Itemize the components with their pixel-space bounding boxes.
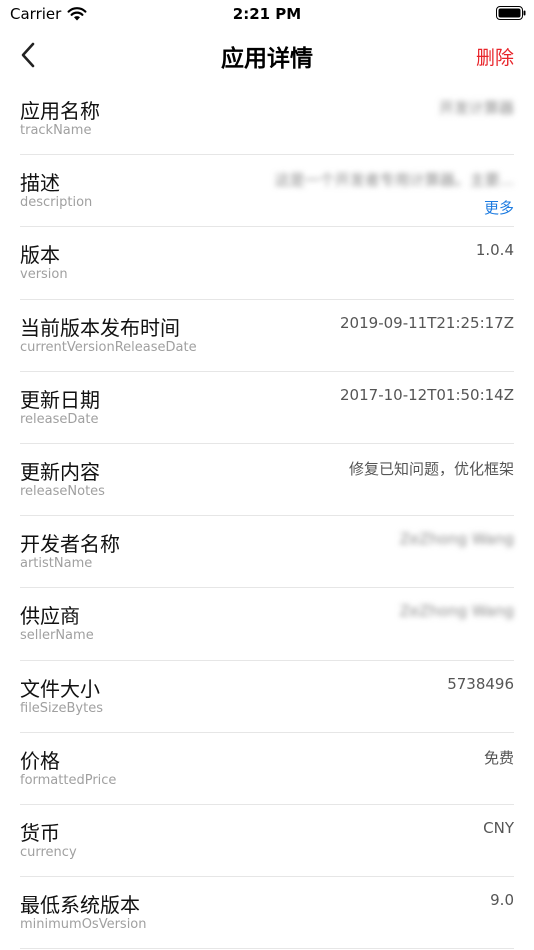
detail-row-fileSizeBytes: 文件大小 fileSizeBytes 5738496 <box>20 661 514 733</box>
row-key: currency <box>20 844 77 860</box>
status-time: 2:21 PM <box>232 5 302 23</box>
row-value: 修复已知问题，优化框架 <box>348 459 514 478</box>
row-value: ZeZhong Wang <box>399 602 514 621</box>
status-bar: Carrier 2:21 PM <box>0 0 534 28</box>
detail-row-version: 版本 version 1.0.4 <box>20 227 514 300</box>
row-key: currentVersionReleaseDate <box>20 339 197 355</box>
row-key: releaseNotes <box>20 483 105 499</box>
row-title: 文件大小 <box>20 676 100 701</box>
row-value: 2019-09-11T21:25:17Z <box>340 313 514 332</box>
detail-row-artistName: 开发者名称 artistName ZeZhong Wang <box>20 516 514 589</box>
row-title: 开发者名称 <box>20 532 120 557</box>
row-key: trackName <box>20 123 92 138</box>
row-value: 5738496 <box>447 674 514 693</box>
row-key: artistName <box>20 556 93 572</box>
row-key: minimumOsVersion <box>20 917 147 933</box>
navigation-bar: 应用详情 删除 <box>0 28 534 82</box>
row-value: 2017-10-12T01:50:14Z <box>340 385 514 404</box>
row-value: 开发计算器 <box>438 99 514 117</box>
row-title: 更新内容 <box>20 459 100 484</box>
detail-row-minimumOsVersion: 最低系统版本 minimumOsVersion 9.0 <box>20 877 514 950</box>
detail-row-currency: 货币 currency CNY <box>20 805 514 878</box>
row-key: fileSizeBytes <box>20 700 103 716</box>
row-key: releaseDate <box>20 411 99 427</box>
detail-list: 应用名称 trackName 开发计算器描述 description 这是一个开发者专用… <box>20 83 514 950</box>
row-key: formattedPrice <box>20 772 117 788</box>
page-title: 应用详情 <box>221 46 313 72</box>
row-title: 最低系统版本 <box>20 893 140 918</box>
row-value: ZeZhong Wang <box>399 530 514 549</box>
row-value: CNY <box>483 818 514 837</box>
battery-icon <box>496 6 526 20</box>
more-link[interactable]: 更多 <box>484 197 514 218</box>
delete-button[interactable]: 删除 <box>476 43 514 70</box>
detail-row-releaseDate: 更新日期 releaseDate 2017-10-12T01:50:14Z <box>20 372 514 444</box>
row-title: 应用名称 <box>20 99 100 123</box>
row-value: 9.0 <box>490 891 514 910</box>
detail-row-sellerName: 供应商 sellerName ZeZhong Wang <box>20 588 514 661</box>
detail-row-trackName: 应用名称 trackName 开发计算器 <box>20 83 514 156</box>
detail-row-releaseNotes: 更新内容 releaseNotes 修复已知问题，优化框架 <box>20 444 514 517</box>
row-title: 版本 <box>20 243 60 268</box>
row-value: 免费 <box>483 748 514 767</box>
row-title: 货币 <box>20 820 60 845</box>
row-title: 供应商 <box>20 604 80 629</box>
row-title: 更新日期 <box>20 387 100 412</box>
detail-row-currentVersionReleaseDate: 当前版本发布时间 currentVersionReleaseDate 2019-09… <box>20 300 514 372</box>
row-title: 描述 <box>20 171 60 196</box>
row-key: version <box>20 267 68 283</box>
row-key: sellerName <box>20 628 94 644</box>
row-title: 当前版本发布时间 <box>20 315 180 340</box>
row-title: 价格 <box>20 748 60 773</box>
detail-row-formattedPrice: 价格 formattedPrice 免费 <box>20 733 514 805</box>
detail-row-description: 描述 description 这是一个开发者专用计算器。主要... 更多 <box>20 155 514 228</box>
row-key: description <box>20 195 93 211</box>
row-value: 1.0.4 <box>475 241 514 260</box>
row-value: 这是一个开发者专用计算器。主要... <box>274 171 514 190</box>
